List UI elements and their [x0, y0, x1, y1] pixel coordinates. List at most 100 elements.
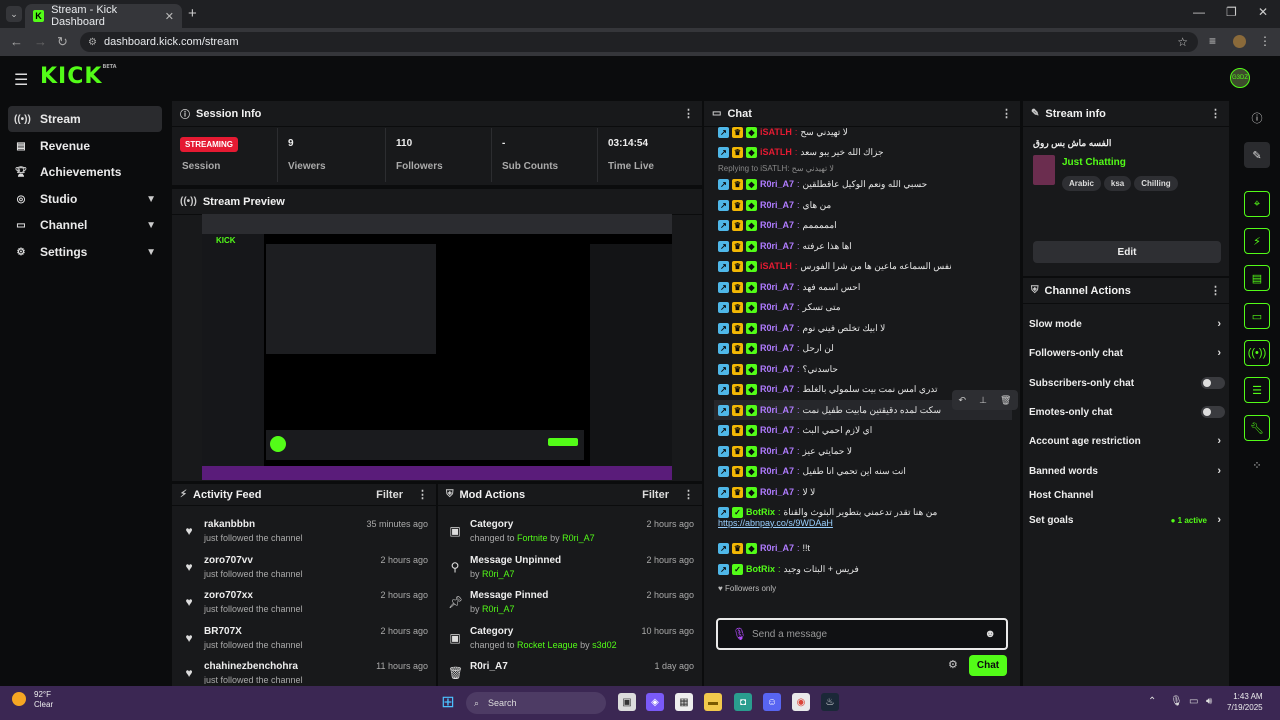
chat-message[interactable]: ↗ ♛ ◆ R0ri_A7: امممممم	[718, 215, 837, 235]
chat-username[interactable]: R0ri_A7	[760, 179, 794, 189]
chat-username[interactable]: R0ri_A7	[760, 466, 794, 476]
chat-username[interactable]: R0ri_A7	[760, 323, 794, 333]
sidebar-item-channel[interactable]: ▭ Channel ▼	[8, 212, 162, 238]
taskbar-search[interactable]: ⌕ Search	[466, 692, 606, 714]
kebab-menu-icon[interactable]: ⋮	[417, 488, 428, 501]
subscribers-only-action[interactable]: Subscribers-only chat	[1029, 373, 1225, 393]
chat-username[interactable]: R0ri_A7	[760, 220, 794, 230]
extensions-icon[interactable]: ≡	[1209, 34, 1216, 48]
chat-input[interactable]: 🎙︎ Send a message ☻	[716, 618, 1008, 650]
sidebar-item-settings[interactable]: ⚙ Settings ▼	[8, 239, 162, 265]
discord-icon[interactable]: ☺	[763, 693, 781, 711]
focus-icon[interactable]: ⌖	[1244, 191, 1270, 217]
reply-icon[interactable]: ↶	[959, 395, 967, 406]
minimize-icon[interactable]: —	[1193, 5, 1205, 19]
user-avatar[interactable]: G3DZ	[1230, 68, 1250, 88]
emoji-icon[interactable]: ☻	[984, 628, 996, 640]
broadcast-icon[interactable]: ((•))	[1244, 340, 1270, 366]
chat-message[interactable]: ↗ ♛ ◆ R0ri_A7: حاسدني؟	[718, 359, 838, 379]
mod-action-item[interactable]: ▣ Category changed to Fortnite by R0ri_A7 2…	[438, 518, 702, 554]
account-age-action[interactable]: Account age restriction ›	[1029, 431, 1225, 451]
mod-action-item[interactable]: 🗑︎ R0ri_A7 1 day ago	[438, 660, 702, 684]
chat-username[interactable]: iSATLH	[760, 261, 792, 271]
chat-message[interactable]: ↗ ♛ ◆ R0ri_A7: متى تسكر	[718, 297, 841, 317]
chat-username[interactable]: R0ri_A7	[760, 543, 794, 553]
apps-icon[interactable]: ⁘	[1244, 452, 1270, 478]
mod-action-item[interactable]: ⚲ Message Unpinned by R0ri_A7 2 hours ago	[438, 554, 702, 590]
chat-message[interactable]: ↗ ♛ ◆ iSATLH: نفس السماعه ماعين ها من شرا ال…	[718, 256, 952, 276]
kebab-menu-icon[interactable]: ⋮	[683, 488, 694, 501]
reload-icon[interactable]: ↻	[57, 34, 68, 50]
layout-icon[interactable]: ☰	[1244, 377, 1270, 403]
mic-icon[interactable]: 🎙︎	[1170, 696, 1183, 707]
chat-message[interactable]: ↗ ♛ ◆ R0ri_A7: لن ارحل	[718, 338, 834, 358]
store-icon[interactable]: ▦	[675, 693, 693, 711]
chat-username[interactable]: R0ri_A7	[760, 364, 794, 374]
kebab-menu-icon[interactable]: ⋮	[1001, 107, 1012, 120]
file-explorer-icon[interactable]: ▬	[704, 693, 722, 711]
kick-logo[interactable]: KICKBETA	[40, 64, 117, 89]
task-view-icon[interactable]: ▣	[618, 693, 636, 711]
edit-stream-button[interactable]: Edit	[1033, 241, 1221, 263]
chat-username[interactable]: R0ri_A7	[760, 241, 794, 251]
copilot-icon[interactable]: ◈	[646, 693, 664, 711]
weather-widget[interactable]: 92°F Clear	[12, 690, 53, 710]
network-icon[interactable]: ▭	[1189, 696, 1198, 707]
forward-icon[interactable]: →	[34, 34, 47, 49]
activity-item[interactable]: ♥ BR707X just followed the channel 2 hours …	[172, 625, 436, 661]
mic-icon[interactable]: 🎙︎	[732, 627, 747, 641]
kebab-menu-icon[interactable]: ⋮	[683, 107, 694, 120]
close-window-icon[interactable]: ✕	[1258, 5, 1268, 19]
chat-username[interactable]: R0ri_A7	[760, 302, 794, 312]
chat-message[interactable]: ↗ ♛ ◆ R0ri_A7: تدري امس نمت بيت سلمولي بالغل…	[718, 379, 938, 399]
steam-icon[interactable]: ♨	[821, 693, 839, 711]
chat-link[interactable]: https://abnpay.co/s/9WDAaH	[718, 516, 833, 530]
back-icon[interactable]: ←	[10, 34, 23, 49]
browser-tab[interactable]: K Stream - Kick Dashboard ✕	[25, 4, 182, 28]
followers-only-action[interactable]: Followers-only chat ›	[1029, 343, 1225, 363]
chat-username[interactable]: R0ri_A7	[760, 282, 794, 292]
chat-username[interactable]: R0ri_A7	[760, 425, 794, 435]
emotes-only-action[interactable]: Emotes-only chat	[1029, 402, 1225, 422]
pin-icon[interactable]: ⊥	[979, 395, 987, 406]
category-name[interactable]: Just Chatting	[1062, 157, 1126, 168]
url-bar[interactable]: ⚙ dashboard.kick.com/stream ☆	[80, 32, 1198, 52]
pencil-icon[interactable]: ✎	[1244, 142, 1270, 168]
trash-icon[interactable]: 🗑︎	[1000, 395, 1011, 406]
info-icon[interactable]: ⓘ	[1244, 105, 1270, 131]
chat-message[interactable]: ↗ ♛ ◆ R0ri_A7: !!t	[718, 538, 810, 558]
chat-message[interactable]: ↗ ♛ ◆ R0ri_A7: احس اسمه فهد	[718, 277, 860, 297]
mod-action-item[interactable]: ▣ Category changed to Rocket League by s3d…	[438, 625, 702, 661]
subscribers-only-toggle[interactable]	[1201, 377, 1225, 389]
sidebar-item-revenue[interactable]: ▤ Revenue	[8, 133, 162, 159]
tab-close-icon[interactable]: ✕	[165, 10, 174, 23]
banned-words-action[interactable]: Banned words ›	[1029, 461, 1225, 481]
chat-message[interactable]: ↗ ♛ ◆ R0ri_A7: اي لازم احمي البث	[718, 420, 872, 440]
slow-mode-action[interactable]: Slow mode ›	[1029, 314, 1225, 334]
chat-username[interactable]: iSATLH	[760, 147, 792, 157]
sidebar-item-stream[interactable]: ((•)) Stream	[8, 106, 162, 132]
chat-settings-icon[interactable]: ⚙	[948, 658, 958, 671]
activity-item[interactable]: ♥ zoro707xx just followed the channel 2 hou…	[172, 589, 436, 625]
browser-menu-icon[interactable]: ⋮	[1259, 34, 1271, 48]
chat-username[interactable]: iSATLH	[760, 127, 792, 137]
hamburger-menu-icon[interactable]: ☰	[14, 70, 28, 90]
chat-username[interactable]: R0ri_A7	[760, 343, 794, 353]
activity-filter-button[interactable]: Filter	[376, 489, 403, 501]
sidebar-item-studio[interactable]: ◎ Studio ▼	[8, 186, 162, 212]
activity-item[interactable]: ♥ chahinezbenchohra just followed the chan…	[172, 660, 436, 684]
chat-message[interactable]: ↗ ♛ ◆ iSATLH: لا تهيدني سح	[718, 122, 848, 142]
wrench-icon[interactable]: 🔧︎	[1244, 415, 1270, 441]
chat-bubble-icon[interactable]: ▭	[1244, 303, 1270, 329]
app-icon[interactable]: ◘	[734, 693, 752, 711]
kebab-menu-icon[interactable]: ⋮	[1210, 107, 1221, 120]
host-channel-action[interactable]: Host Channel	[1029, 485, 1225, 505]
activity-item[interactable]: ♥ rakanbbbn just followed the channel 35 mi…	[172, 518, 436, 554]
chat-messages[interactable]: ↗ ♛ ◆ iSATLH: لا تهيدني سح ↗ ♛ ◆ iSATLH: جزاك الل…	[704, 122, 1020, 612]
chat-message[interactable]: ↗ ♛ ◆ R0ri_A7: انت سنه اين تحمي انا طفيل	[718, 461, 906, 481]
reply-context[interactable]: Replying to iSATLH: لا تهيدني سح	[718, 162, 834, 174]
mod-filter-button[interactable]: Filter	[642, 489, 669, 501]
stream-preview-video[interactable]: KICK	[202, 214, 672, 480]
chat-username[interactable]: R0ri_A7	[760, 384, 794, 394]
set-goals-action[interactable]: Set goals ● 1 active ›	[1029, 510, 1225, 530]
